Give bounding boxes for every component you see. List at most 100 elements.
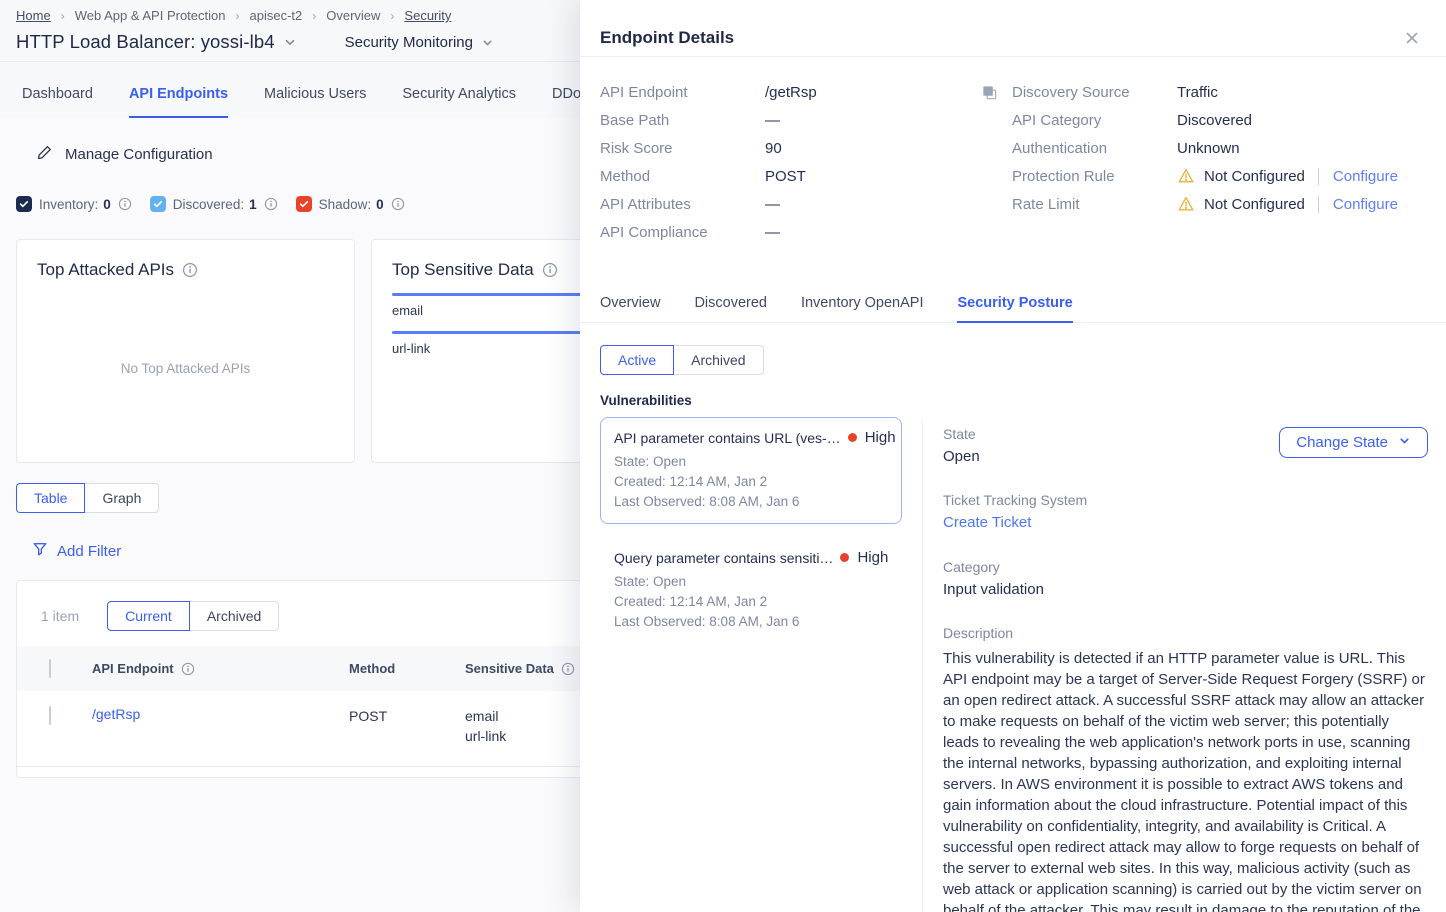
column-method: Method — [349, 661, 465, 676]
vulnerability-list: Vulnerabilities API parameter contains U… — [580, 393, 922, 912]
detail-row: Authentication Unknown — [1012, 134, 1422, 162]
chevron-down-icon — [1398, 434, 1411, 451]
monitoring-dropdown-label: Security Monitoring — [345, 34, 473, 51]
vulnerability-detail: State Open Change State Ticket Tracking … — [922, 421, 1446, 912]
discovered-count: 1 — [249, 197, 257, 212]
current-filter-button[interactable]: Current — [107, 601, 190, 631]
item-count: 1 item — [41, 608, 79, 624]
chevron-down-icon[interactable] — [283, 35, 297, 49]
severity-high-dot — [840, 553, 849, 562]
tab-dashboard[interactable]: Dashboard — [22, 86, 93, 118]
archived-filter-button[interactable]: Archived — [673, 345, 763, 375]
endpoint-link[interactable]: /getRsp — [92, 706, 140, 722]
detail-row: Method POST — [600, 162, 1012, 190]
tab-api-endpoints[interactable]: API Endpoints — [129, 86, 228, 118]
shadow-checkbox[interactable]: Shadow: 0 — [296, 196, 405, 212]
discovered-checkbox[interactable]: Discovered: 1 — [150, 196, 278, 212]
tab-discovered[interactable]: Discovered — [694, 295, 767, 323]
warning-icon — [1177, 167, 1195, 185]
funnel-icon — [32, 541, 48, 561]
table-view-button[interactable]: Table — [16, 483, 85, 513]
empty-state-message: No Top Attacked APIs — [17, 361, 354, 376]
info-icon[interactable] — [181, 662, 195, 676]
detail-row: Base Path — — [600, 106, 1012, 134]
breadcrumb-namespace[interactable]: apisec-t2 — [249, 8, 302, 23]
pencil-icon — [36, 144, 53, 165]
vulnerabilities-heading: Vulnerabilities — [600, 393, 922, 408]
configure-rate-limit-link[interactable]: Configure — [1318, 196, 1398, 213]
top-sensitive-title: Top Sensitive Data — [392, 260, 534, 280]
state-value: Open — [943, 448, 980, 465]
inventory-label: Inventory: — [39, 197, 98, 212]
breadcrumb-home[interactable]: Home — [16, 8, 51, 23]
discovered-label: Discovered: — [173, 197, 244, 212]
vulnerability-title: Query parameter contains sensiti… — [614, 550, 833, 566]
manage-configuration-label: Manage Configuration — [65, 146, 213, 163]
tab-security-posture[interactable]: Security Posture — [957, 295, 1072, 323]
breadcrumb-overview[interactable]: Overview — [326, 8, 380, 23]
vulnerability-meta: State: Open Created: 12:14 AM, Jan 2 Las… — [614, 452, 888, 512]
tab-security-analytics[interactable]: Security Analytics — [402, 86, 516, 118]
info-icon[interactable] — [118, 197, 132, 211]
endpoint-details-drawer: Endpoint Details API Endpoint /getRsp Ba… — [580, 0, 1446, 912]
breadcrumb-separator: › — [390, 9, 394, 23]
row-checkbox[interactable] — [49, 706, 51, 725]
detail-row: API Compliance — — [600, 218, 1012, 246]
breadcrumb-separator: › — [61, 9, 65, 23]
add-filter-label: Add Filter — [57, 543, 121, 560]
graph-view-button[interactable]: Graph — [84, 483, 159, 513]
change-state-label: Change State — [1296, 434, 1388, 451]
checkbox-checked-icon — [296, 196, 312, 212]
detail-row: API Endpoint /getRsp — [600, 78, 1012, 106]
detail-row: API Attributes — — [600, 190, 1012, 218]
info-icon[interactable] — [264, 197, 278, 211]
shadow-label: Shadow: — [319, 197, 372, 212]
state-label: State — [943, 426, 980, 442]
current-archived-toggle: Current Archived — [107, 601, 279, 631]
detail-row: Discovery Source Traffic — [1012, 78, 1422, 106]
configure-protection-rule-link[interactable]: Configure — [1318, 168, 1398, 185]
checkbox-checked-icon — [16, 196, 32, 212]
top-attacked-title: Top Attacked APIs — [37, 260, 174, 280]
shadow-count: 0 — [376, 197, 384, 212]
description-label: Description — [943, 625, 1428, 641]
severity-label: High — [865, 429, 896, 446]
checkbox-checked-icon — [150, 196, 166, 212]
create-ticket-link[interactable]: Create Ticket — [943, 514, 1031, 531]
inventory-count: 0 — [103, 197, 111, 212]
drawer-tabs: Overview Discovered Inventory OpenAPI Se… — [580, 295, 1446, 323]
view-toggle: Table Graph — [16, 483, 159, 513]
description-text: This vulnerability is detected if an HTT… — [943, 648, 1428, 912]
severity-high-dot — [848, 433, 857, 442]
tab-overview[interactable]: Overview — [600, 295, 660, 323]
info-icon[interactable] — [542, 262, 558, 278]
app-root: Home › Web App & API Protection › apisec… — [0, 0, 1446, 912]
breadcrumb-waap[interactable]: Web App & API Protection — [75, 8, 226, 23]
top-attacked-apis-card: Top Attacked APIs No Top Attacked APIs — [16, 239, 355, 463]
category-value: Input validation — [943, 581, 1428, 598]
change-state-button[interactable]: Change State — [1279, 427, 1428, 458]
info-icon[interactable] — [182, 262, 198, 278]
breadcrumb-security[interactable]: Security — [404, 8, 451, 23]
copy-icon[interactable] — [981, 84, 998, 101]
info-icon[interactable] — [561, 662, 575, 676]
column-api-endpoint: API Endpoint — [92, 661, 349, 676]
active-filter-button[interactable]: Active — [600, 345, 674, 375]
method-cell: POST — [349, 706, 465, 726]
info-icon[interactable] — [391, 197, 405, 211]
tab-malicious-users[interactable]: Malicious Users — [264, 86, 366, 118]
inventory-checkbox[interactable]: Inventory: 0 — [16, 196, 132, 212]
drawer-title: Endpoint Details — [600, 28, 734, 48]
ticket-tracking-label: Ticket Tracking System — [943, 492, 1428, 508]
vulnerability-meta: State: Open Created: 12:14 AM, Jan 2 Las… — [614, 572, 888, 632]
tab-inventory-openapi[interactable]: Inventory OpenAPI — [801, 295, 924, 323]
vulnerability-card[interactable]: API parameter contains URL (ves-… High S… — [600, 417, 902, 524]
vulnerability-title: API parameter contains URL (ves-… — [614, 430, 841, 446]
vulnerability-card[interactable]: Query parameter contains sensiti… High S… — [600, 537, 902, 644]
archived-filter-button[interactable]: Archived — [189, 601, 279, 631]
category-label: Category — [943, 559, 1428, 575]
monitoring-dropdown[interactable]: Security Monitoring — [345, 34, 494, 51]
warning-icon — [1177, 195, 1195, 213]
close-icon[interactable] — [1404, 30, 1420, 46]
select-all-checkbox[interactable] — [49, 659, 51, 678]
